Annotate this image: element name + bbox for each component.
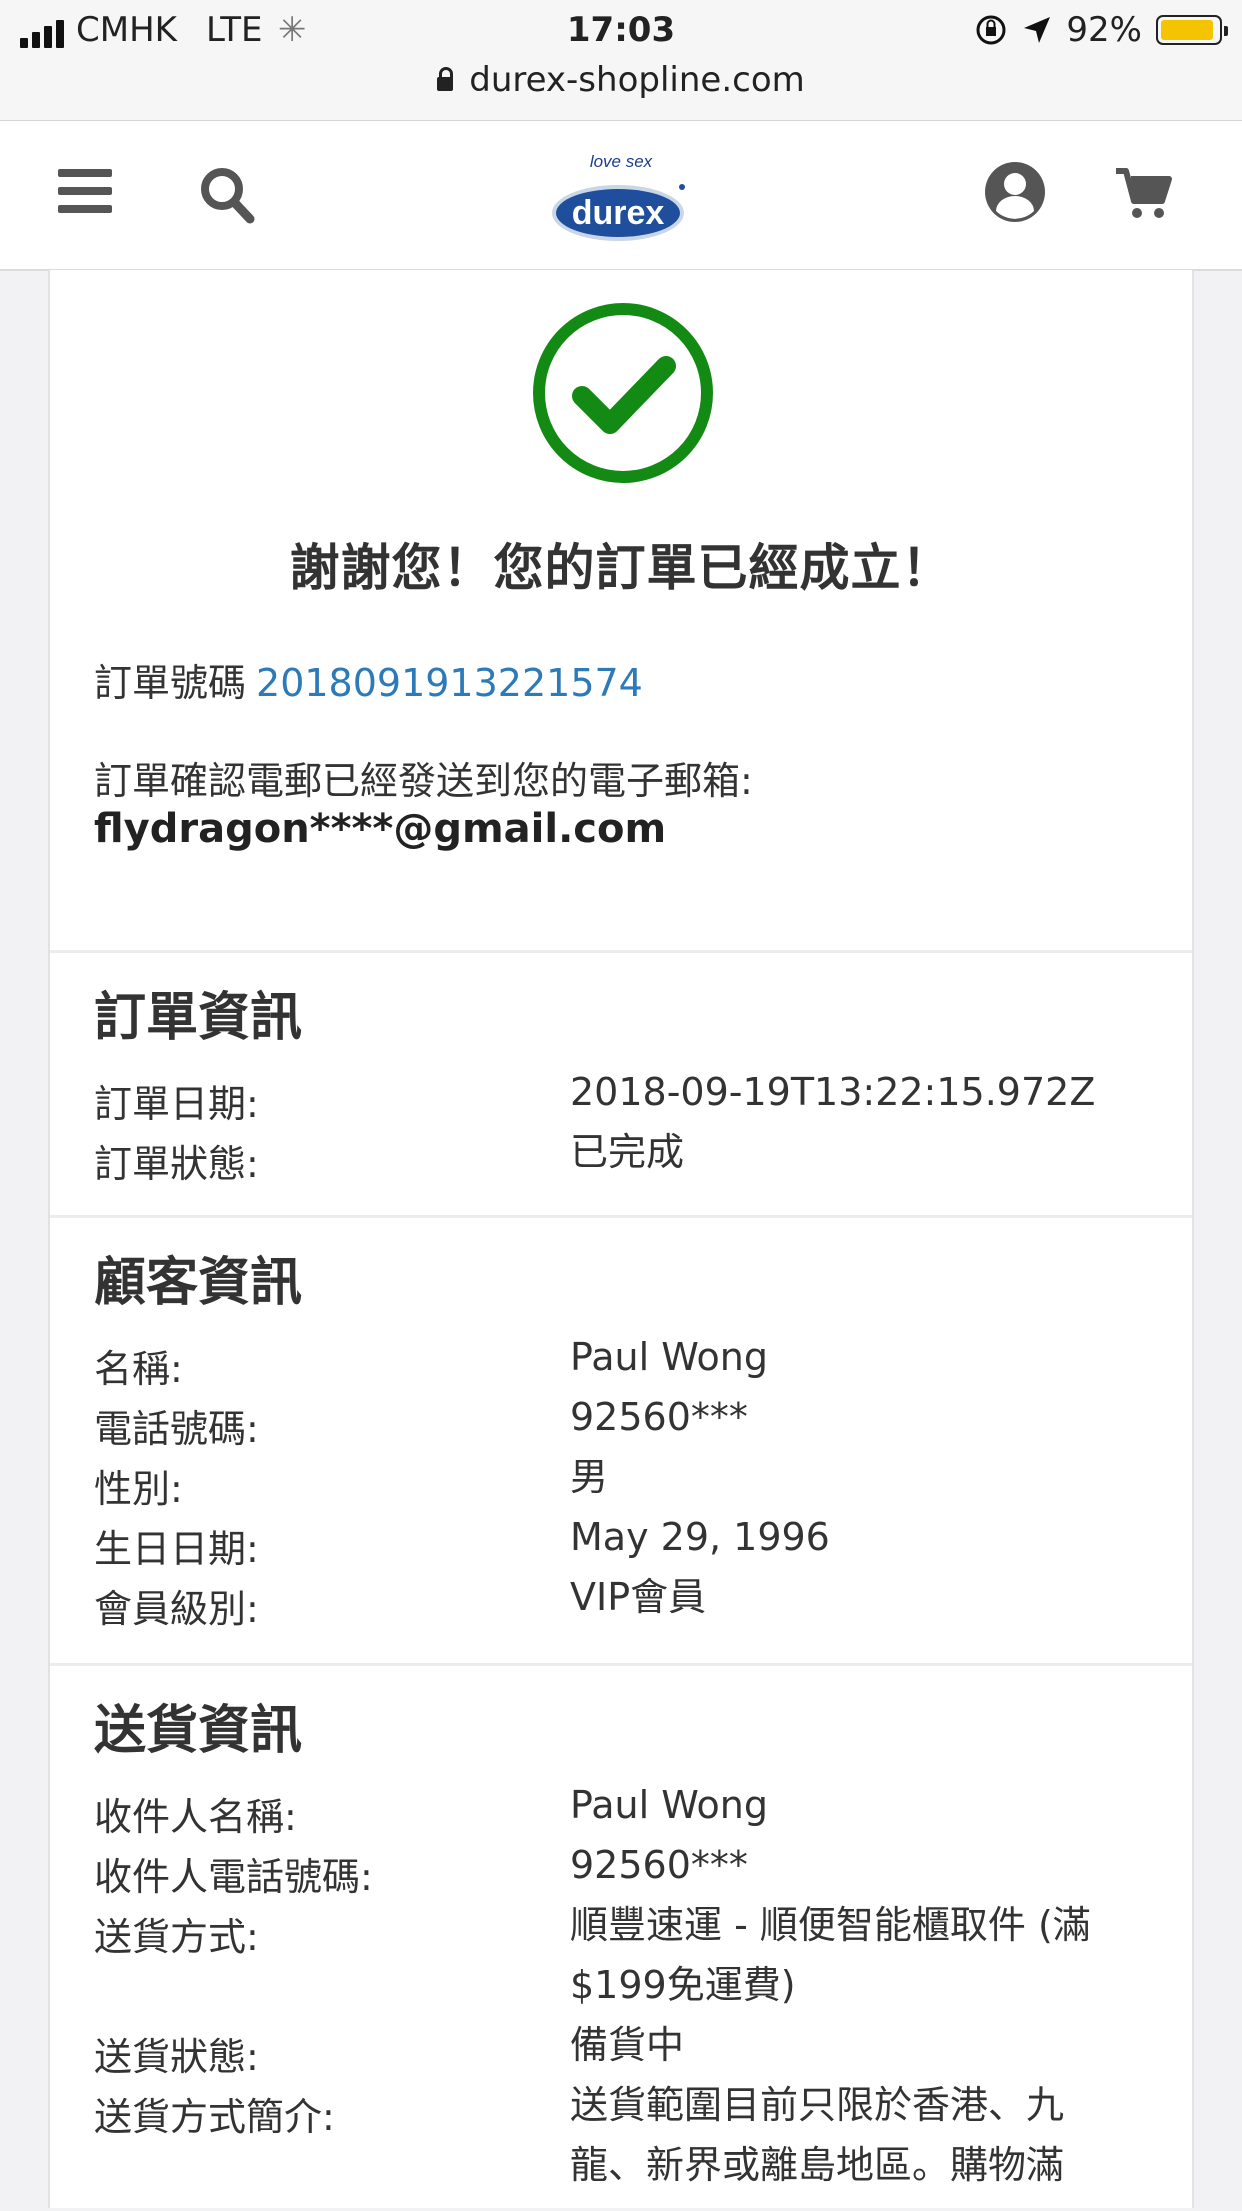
customer-info-section: 顧客資訊 名稱: Paul Wong 電話號碼: 92560*** 性別: 男 … (50, 1215, 1192, 1663)
info-label: 收件人電話號碼: (94, 1855, 373, 1899)
battery-percent: 92% (1066, 10, 1142, 50)
info-value: 92560*** (570, 1843, 748, 1887)
order-confirmation-card: 謝謝您！您的訂單已經成立！ 訂單號碼 2018091913221574 訂單確認電… (48, 270, 1194, 2208)
status-bar: CMHK LTE ✳ 17:03 92% durex-shopline.com (0, 0, 1242, 121)
address-bar[interactable]: durex-shopline.com (0, 60, 1242, 100)
info-value: 男 (570, 1455, 609, 1499)
order-info-section: 訂單資訊 訂單日期: 2018-09-19T13:22:15.972Z 訂單狀態… (50, 950, 1192, 1213)
success-check-icon (533, 303, 713, 483)
order-number-link[interactable]: 2018091913221574 (256, 661, 643, 705)
battery-icon (1156, 15, 1228, 45)
info-label: 送貨狀態: (94, 2035, 259, 2079)
menu-icon[interactable] (58, 169, 112, 215)
user-icon[interactable] (984, 161, 1046, 223)
info-value: 順豐速運 - 順便智能櫃取件 (滿$199免運費) (570, 1903, 1091, 2007)
section-title: 訂單資訊 (94, 988, 303, 1048)
info-label: 收件人名稱: (94, 1795, 297, 1839)
site-header: love sex durex (0, 121, 1242, 271)
info-label: 名稱: (94, 1347, 183, 1391)
info-label: 生日日期: (94, 1527, 259, 1571)
svg-text:durex: durex (572, 194, 665, 232)
section-title: 送貨資訊 (94, 1701, 303, 1761)
location-arrow-icon (1024, 17, 1051, 43)
info-value: Paul Wong (570, 1783, 769, 1827)
info-value: Paul Wong (570, 1335, 769, 1379)
confirmation-title: 謝謝您！您的訂單已經成立！ (289, 539, 953, 597)
info-value: VIP會員 (570, 1575, 707, 1619)
info-value: 備貨中 (570, 2023, 685, 2067)
info-value: May 29, 1996 (570, 1515, 830, 1559)
info-label: 會員級別: (94, 1587, 259, 1631)
email-notice: 訂單確認電郵已經發送到您的電子郵箱: (94, 759, 753, 803)
order-number: 訂單號碼 2018091913221574 (94, 652, 643, 707)
order-number-label: 訂單號碼 (94, 661, 247, 705)
durex-logo[interactable]: love sex durex (548, 147, 694, 247)
info-value: 送貨範圍目前只限於香港、九龍、新界或離島地區。購物滿 (570, 2083, 1065, 2187)
info-label: 電話號碼: (94, 1407, 259, 1451)
info-label: 訂單日期: (94, 1082, 259, 1126)
cart-icon[interactable] (1114, 167, 1172, 221)
url-text: durex-shopline.com (469, 60, 805, 100)
info-value: 2018-09-19T13:22:15.972Z (570, 1070, 1096, 1114)
info-label: 性別: (94, 1467, 183, 1511)
info-label: 送貨方式: (94, 1915, 259, 1959)
orientation-lock-icon (976, 15, 1006, 45)
info-value: 已完成 (570, 1130, 685, 1174)
info-value: 92560*** (570, 1395, 748, 1439)
info-label: 訂單狀態: (94, 1142, 259, 1186)
email-address: flydragon****@gmail.com (94, 806, 667, 852)
section-title: 顧客資訊 (94, 1253, 303, 1313)
svg-text:love sex: love sex (590, 152, 653, 171)
search-icon[interactable] (198, 165, 256, 225)
lock-icon (437, 67, 454, 91)
info-label: 送貨方式簡介: (94, 2095, 335, 2139)
delivery-info-section: 送貨資訊 收件人名稱: Paul Wong 收件人電話號碼: 92560*** … (50, 1663, 1192, 2211)
